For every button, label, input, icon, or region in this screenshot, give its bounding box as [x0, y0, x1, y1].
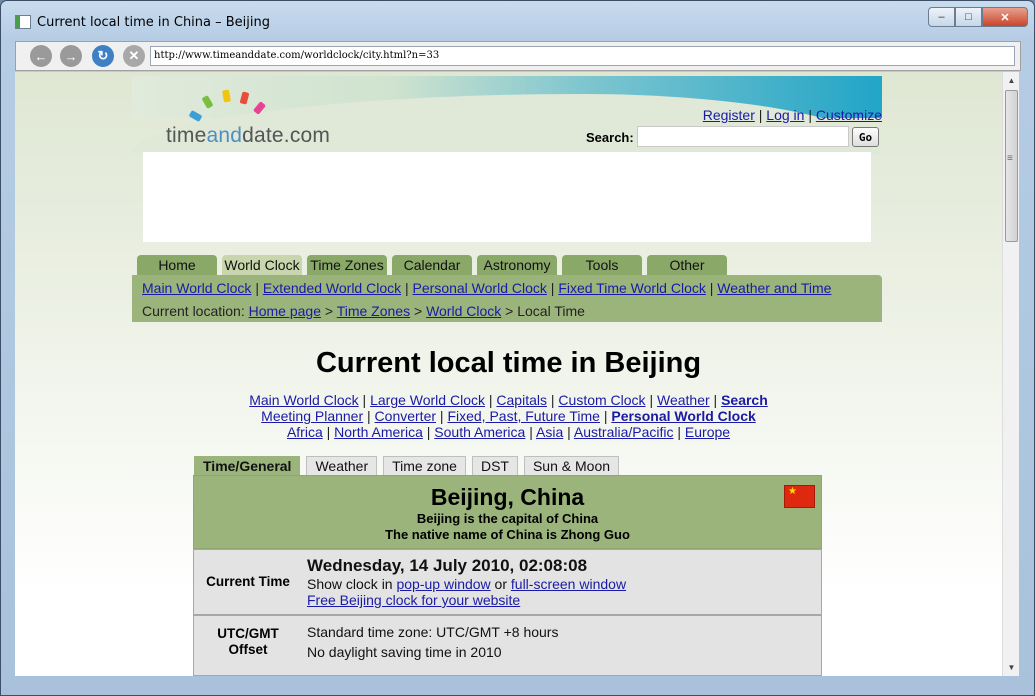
close-button[interactable]: ✕ — [982, 7, 1028, 27]
breadcrumb-time-zones[interactable]: Time Zones — [337, 303, 410, 319]
back-icon[interactable]: ← — [30, 45, 52, 67]
maximize-button[interactable]: □ — [955, 7, 982, 27]
tab-tools[interactable]: Tools — [562, 255, 642, 275]
link-north-america[interactable]: North America — [334, 424, 423, 440]
scroll-up-icon[interactable]: ▲ — [1003, 72, 1020, 89]
city-header: Beijing, China Beijing is the capital of… — [193, 475, 822, 549]
tab-world-clock[interactable]: World Clock — [222, 255, 302, 275]
search-input[interactable] — [637, 126, 849, 147]
breadcrumb-current: Local Time — [517, 303, 585, 319]
link-capitals[interactable]: Capitals — [496, 392, 547, 408]
quick-links: Main World Clock | Large World Clock | C… — [249, 392, 768, 440]
go-button[interactable]: Go — [852, 127, 879, 147]
customize-link[interactable]: Customize — [816, 107, 882, 123]
link-main-world-clock[interactable]: Main World Clock — [249, 392, 358, 408]
link-large-world-clock[interactable]: Large World Clock — [370, 392, 485, 408]
link-personal-world-clock[interactable]: Personal World Clock — [611, 408, 755, 424]
link-asia[interactable]: Asia — [536, 424, 563, 440]
minimize-button[interactable]: – — [928, 7, 955, 27]
browser-toolbar: ← → ↻ ✕ http://www.timeanddate.com/world… — [15, 41, 1021, 71]
tab-astronomy[interactable]: Astronomy — [477, 255, 557, 275]
link-fixed-past-future[interactable]: Fixed, Past, Future Time — [447, 408, 600, 424]
reload-icon[interactable]: ↻ — [92, 45, 114, 67]
dst-text: No daylight saving time in 2010 — [307, 644, 502, 660]
tab-time-general[interactable]: Time/General — [194, 456, 301, 476]
free-clock-link[interactable]: Free Beijing clock for your website — [307, 592, 520, 608]
tab-time-zone[interactable]: Time zone — [383, 456, 466, 476]
subnav-weather-and-time[interactable]: Weather and Time — [717, 280, 831, 296]
title-bar: Current local time in China – Beijing – … — [1, 1, 1034, 41]
subnav-personal-world-clock[interactable]: Personal World Clock — [413, 280, 547, 296]
popup-window-link[interactable]: pop-up window — [396, 576, 490, 592]
page-title: Current local time in Beijing — [315, 347, 702, 379]
tab-weather[interactable]: Weather — [306, 456, 378, 476]
link-europe[interactable]: Europe — [685, 424, 730, 440]
link-south-america[interactable]: South America — [434, 424, 525, 440]
scrollbar-thumb[interactable] — [1005, 90, 1018, 242]
fullscreen-window-link[interactable]: full-screen window — [511, 576, 626, 592]
main-nav-tabs: Home World Clock Time Zones Calendar Ast… — [137, 255, 732, 275]
china-flag-icon — [784, 485, 815, 508]
current-time-row: Current Time Wednesday, 14 July 2010, 02… — [193, 549, 822, 615]
site-logo[interactable]: timeanddate.com — [166, 124, 330, 148]
current-time-label: Current Time — [206, 574, 290, 589]
link-australia-pacific[interactable]: Australia/Pacific — [574, 424, 674, 440]
stop-icon[interactable]: ✕ — [123, 45, 145, 67]
link-converter[interactable]: Converter — [375, 408, 436, 424]
ad-banner — [143, 152, 871, 242]
forward-icon[interactable]: → — [60, 45, 82, 67]
site-header: timeanddate.com Register | Log in | Cust… — [132, 76, 882, 251]
link-meeting-planner[interactable]: Meeting Planner — [261, 408, 363, 424]
subnav-fixed-time-world-clock[interactable]: Fixed Time World Clock — [558, 280, 706, 296]
link-custom-clock[interactable]: Custom Clock — [558, 392, 645, 408]
scroll-down-icon[interactable]: ▼ — [1003, 659, 1020, 676]
utc-offset-row: UTC/GMT Offset Standard time zone: UTC/G… — [193, 615, 822, 676]
standard-time-zone-text: Standard time zone: UTC/GMT +8 hours — [307, 624, 559, 640]
link-weather[interactable]: Weather — [657, 392, 710, 408]
content-tabs: Time/General Weather Time zone DST Sun &… — [194, 456, 625, 476]
subnav-main-world-clock[interactable]: Main World Clock — [142, 280, 251, 296]
sub-nav: Main World Clock | Extended World Clock … — [132, 275, 882, 322]
capital-note: Beijing is the capital of China — [416, 511, 599, 526]
tab-dst[interactable]: DST — [471, 456, 518, 476]
breadcrumb-home[interactable]: Home page — [249, 303, 321, 319]
link-search[interactable]: Search — [721, 392, 768, 408]
search-label: Search: — [586, 130, 634, 145]
subnav-extended-world-clock[interactable]: Extended World Clock — [263, 280, 401, 296]
tab-home[interactable]: Home — [137, 255, 217, 275]
window-title: Current local time in China – Beijing — [37, 15, 271, 30]
app-icon — [15, 15, 31, 29]
tab-calendar[interactable]: Calendar — [392, 255, 472, 275]
current-time-value: Wednesday, 14 July 2010, 02:08:08 — [307, 556, 588, 575]
tab-time-zones[interactable]: Time Zones — [307, 255, 387, 275]
browser-window: Current local time in China – Beijing – … — [0, 0, 1035, 696]
page-viewport: timeanddate.com Register | Log in | Cust… — [15, 72, 1002, 676]
city-name: Beijing, China — [430, 484, 585, 510]
link-africa[interactable]: Africa — [287, 424, 323, 440]
tab-other[interactable]: Other — [647, 255, 727, 275]
login-link[interactable]: Log in — [766, 107, 804, 123]
utc-offset-label: UTC/GMT Offset — [217, 626, 279, 657]
address-bar[interactable]: http://www.timeanddate.com/worldclock/ci… — [150, 46, 1015, 66]
account-links: Register | Log in | Customize — [702, 107, 882, 123]
register-link[interactable]: Register — [703, 107, 755, 123]
vertical-scrollbar[interactable]: ▲ ▼ — [1002, 72, 1019, 676]
native-name-note: The native name of China is Zhong Guo — [385, 527, 630, 542]
breadcrumb-world-clock[interactable]: World Clock — [426, 303, 501, 319]
breadcrumb: Current location: Home page > Time Zones… — [142, 303, 585, 319]
tab-sun-moon[interactable]: Sun & Moon — [523, 456, 620, 476]
